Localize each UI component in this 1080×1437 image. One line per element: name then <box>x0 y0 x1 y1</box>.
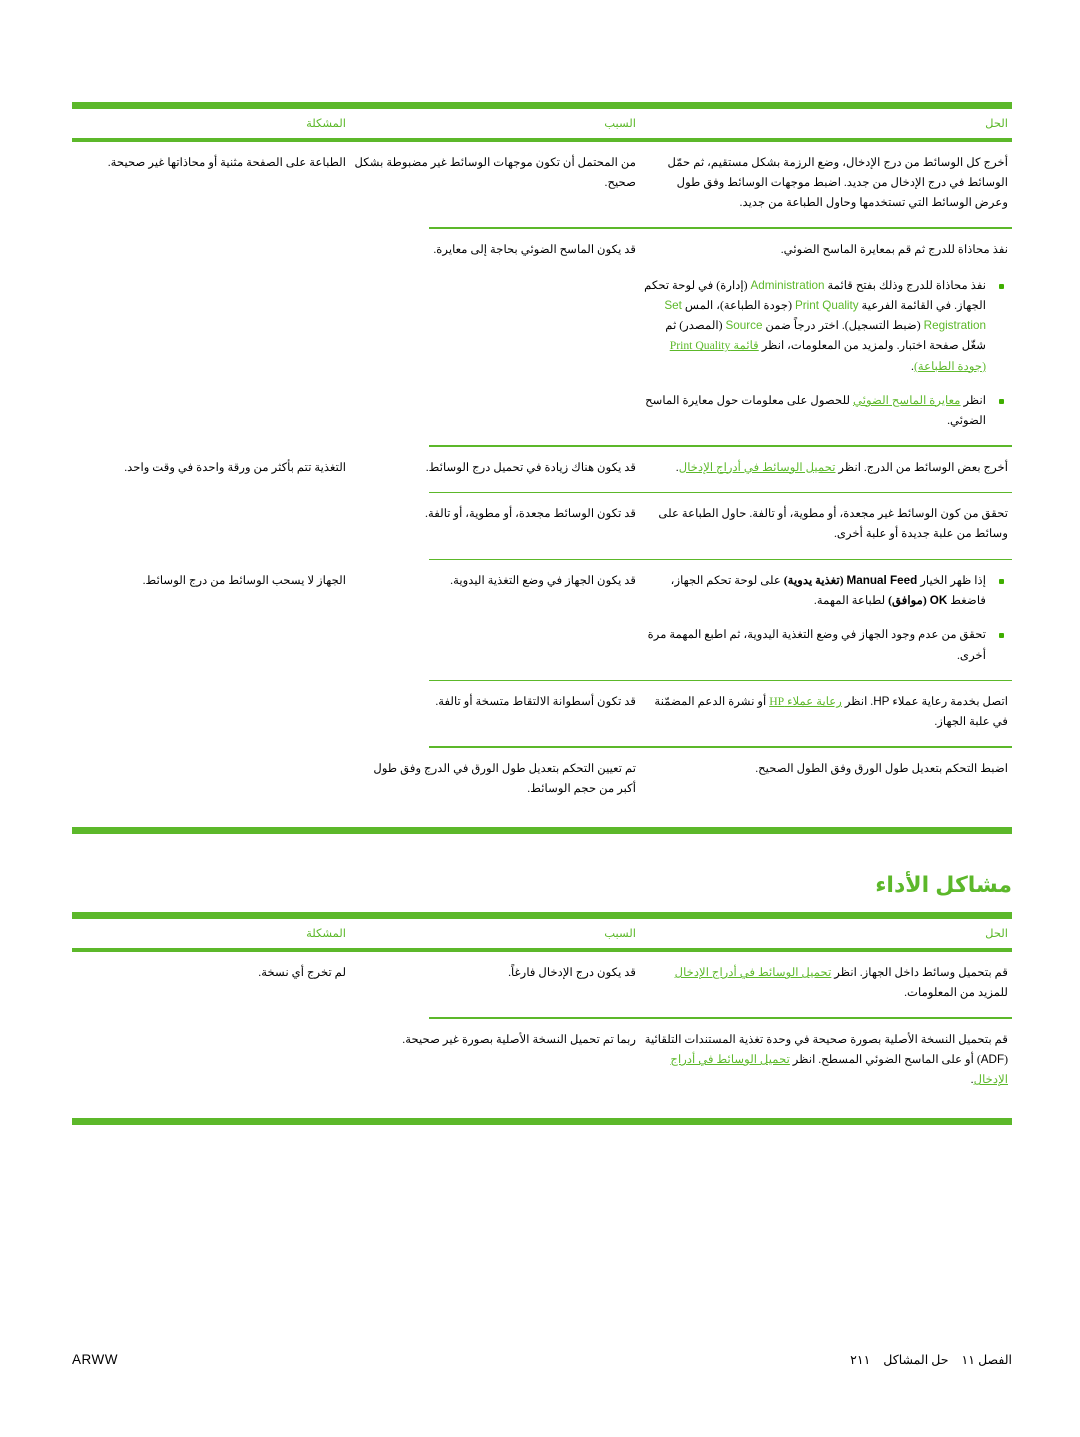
text-run: أخرج بعض الوسائط من الدرج. انظر <box>835 460 1008 474</box>
cross-reference-link[interactable]: رعاية عملاء HP <box>769 695 842 708</box>
cross-reference-link[interactable]: تحميل الوسائط في أدراج الإدخال <box>675 966 832 979</box>
latin-term: HP <box>873 695 890 709</box>
cell-solution: تحقق من كون الوسائط غير مجعدة، أو مطوية،… <box>658 507 1008 541</box>
table-row: نفذ محاذاة للدرج ثم قم بمعايرة الماسح ال… <box>72 229 1012 445</box>
text-run: . انظر <box>841 695 874 709</box>
column-header-cause: السبب <box>604 928 636 940</box>
cell-solution: قم بتحميل وسائط داخل الجهاز. انظر تحميل … <box>640 952 1012 1017</box>
cell-cause: من المحتمل أن تكون موجهات الوسائط غير مض… <box>354 156 636 190</box>
table-row: إذا ظهر الخيار Manual Feed (تغذية يدوية)… <box>72 560 1012 680</box>
solution-bullet-list: إذا ظهر الخيار Manual Feed (تغذية يدوية)… <box>644 571 1008 666</box>
cell-cause: قد يكون هناك زيادة في تحميل درج الوسائط. <box>425 460 636 474</box>
ui-term-bold: (موافق) <box>888 594 930 608</box>
cross-reference-link[interactable]: تحميل الوسائط في أدراج الإدخال <box>679 461 836 474</box>
list-item: نفذ محاذاة للدرج وذلك بفتح قائمة Adminis… <box>644 276 1008 377</box>
column-header-solution: الحل <box>985 118 1008 130</box>
text-run: تحقق من عدم وجود الجهاز في وضع التغذية ا… <box>647 628 986 662</box>
cell-problem: الجهاز لا يسحب الوسائط من درج الوسائط. <box>142 574 346 588</box>
list-item: إذا ظهر الخيار Manual Feed (تغذية يدوية)… <box>644 571 1008 611</box>
table-header-row: الحل السبب المشكلة <box>72 109 1012 138</box>
cell-solution: أخرج بعض الوسائط من الدرج. انظر تحميل ال… <box>640 447 1012 492</box>
cell-cause: قد يكون الماسح الضوئي بحاجة إلى معايرة. <box>433 242 636 256</box>
table-top-accent-bar <box>72 912 1012 919</box>
table-row: أخرج كل الوسائط من درج الإدخال، وضع الرز… <box>72 142 1012 227</box>
latin-term: ADF <box>980 1052 1005 1066</box>
cell-cause: قد يكون الجهاز في وضع التغذية اليدوية. <box>450 574 636 588</box>
text-run: انظر <box>960 393 986 407</box>
cell-solution: إذا ظهر الخيار Manual Feed (تغذية يدوية)… <box>640 560 1012 680</box>
footer-chapter-info: الفصل ١١ حل المشاكل ٢١١ <box>837 1352 1012 1368</box>
cell-problem <box>72 681 350 746</box>
cell-problem: الطباعة على الصفحة مثنية أو محاذاتها غير… <box>107 156 346 169</box>
cell-solution: أخرج كل الوسائط من درج الإدخال، وضع الرز… <box>667 156 1008 210</box>
column-header-problem: المشكلة <box>306 928 346 940</box>
text-run: إذا ظهر الخيار <box>917 574 986 588</box>
cell-cause: قد يكون درج الإدخال فارغاً. <box>508 966 636 979</box>
page-section-heading: مشاكل الأداء <box>875 872 1012 897</box>
column-header-solution: الحل <box>985 928 1008 940</box>
text-run: ) أو على الماسح الضوئي المسطح. انظر <box>789 1052 981 1066</box>
text-run: قم بتحميل وسائط داخل الجهاز. انظر <box>831 966 1008 979</box>
document-page: الحل السبب المشكلة أخرج كل الوسائط من درج ا… <box>0 0 1080 1437</box>
cell-cause: قد تكون الوسائط مجعدة، أو مطوية، أو تالف… <box>425 507 636 521</box>
ui-term-green: Administration <box>750 279 825 293</box>
table-row: قم بتحميل وسائط داخل الجهاز. انظر تحميل … <box>72 952 1012 1017</box>
footer-chapter-label: الفصل ١١ <box>961 1353 1012 1367</box>
table-row: قم بتحميل النسخة الأصلية بصورة صحيحة في … <box>72 1019 1012 1104</box>
cell-solution: نفذ محاذاة للدرج ثم قم بمعايرة الماسح ال… <box>640 229 1012 445</box>
footer-section-label: حل المشاكل <box>883 1353 949 1367</box>
text-run: (ضبط التسجيل). اختر درجاً ضمن <box>762 319 924 333</box>
table-header-row: الحل السبب المشكلة <box>72 919 1012 948</box>
ui-term-green: Print Quality <box>794 299 859 313</box>
ui-term-bold: (تغذية يدوية) <box>783 574 847 588</box>
table-bottom-accent-bar <box>72 827 1012 835</box>
table-top-accent-bar <box>72 102 1012 109</box>
table-row: اضبط التحكم بتعديل طول الورق وفق الطول ا… <box>72 748 1012 813</box>
table-row: تحقق من كون الوسائط غير مجعدة، أو مطوية،… <box>72 493 1012 558</box>
text-run: للمزيد من المعلومات. <box>904 986 1008 1000</box>
cell-cause: تم تعيين التحكم بتعديل طول الورق في الدر… <box>373 762 636 796</box>
text-run: لطباعة المهمة. <box>813 594 889 608</box>
solution-text: نفذ محاذاة للدرج ثم قم بمعايرة الماسح ال… <box>780 242 1008 256</box>
cell-problem <box>72 229 350 445</box>
list-item: انظر معايرة الماسح الضوئي للحصول على معل… <box>644 391 1008 431</box>
cell-solution: قم بتحميل النسخة الأصلية بصورة صحيحة في … <box>640 1019 1012 1104</box>
footer-doc-code: ARWW <box>72 1352 118 1367</box>
column-header-problem: المشكلة <box>306 118 346 130</box>
cell-problem: لم تخرج أي نسخة. <box>258 966 346 979</box>
list-item: تحقق من عدم وجود الجهاز في وضع التغذية ا… <box>644 625 1008 665</box>
cell-solution: اضبط التحكم بتعديل طول الورق وفق الطول ا… <box>755 762 1008 776</box>
text-run: اتصل بخدمة رعاية عملاء <box>889 695 1008 709</box>
page-footer: الفصل ١١ حل المشاكل ٢١١ ARWW <box>72 1352 1012 1368</box>
text-run: (جودة الطباعة)، المس <box>681 299 795 313</box>
table-bottom-accent-bar <box>72 1118 1012 1126</box>
column-header-cause: السبب <box>604 118 636 130</box>
media-problems-table: الحل السبب المشكلة أخرج كل الوسائط من درج ا… <box>72 102 1012 835</box>
ui-term-green: Source <box>725 319 763 333</box>
performance-problems-table: الحل السبب المشكلة قم بتحميل وسائط داخل الج… <box>72 912 1012 1126</box>
cell-problem: التغذية تتم بأكثر من ورقة واحدة في وقت و… <box>124 460 346 474</box>
cross-reference-link[interactable]: معايرة الماسح الضوئي <box>853 394 961 407</box>
ui-term-bold: Manual Feed <box>846 574 918 588</box>
table-row: أخرج بعض الوسائط من الدرج. انظر تحميل ال… <box>72 447 1012 492</box>
cell-problem <box>72 748 350 813</box>
table-row: اتصل بخدمة رعاية عملاء HP. انظر رعاية عم… <box>72 681 1012 746</box>
cell-cause: قد تكون أسطوانة الالتقاط متسخة أو تالفة. <box>435 695 636 709</box>
cell-cause: ربما تم تحميل النسخة الأصلية بصورة غير ص… <box>402 1032 636 1046</box>
text-run: نفذ محاذاة للدرج وذلك بفتح قائمة <box>824 279 986 293</box>
cell-problem <box>72 493 350 558</box>
cell-problem <box>72 1019 350 1104</box>
footer-page-number: ٢١١ <box>850 1353 871 1367</box>
ui-term-bold: OK <box>929 594 948 608</box>
solution-bullet-list: نفذ محاذاة للدرج وذلك بفتح قائمة Adminis… <box>644 276 1008 431</box>
cell-solution: اتصل بخدمة رعاية عملاء HP. انظر رعاية عم… <box>640 681 1012 746</box>
